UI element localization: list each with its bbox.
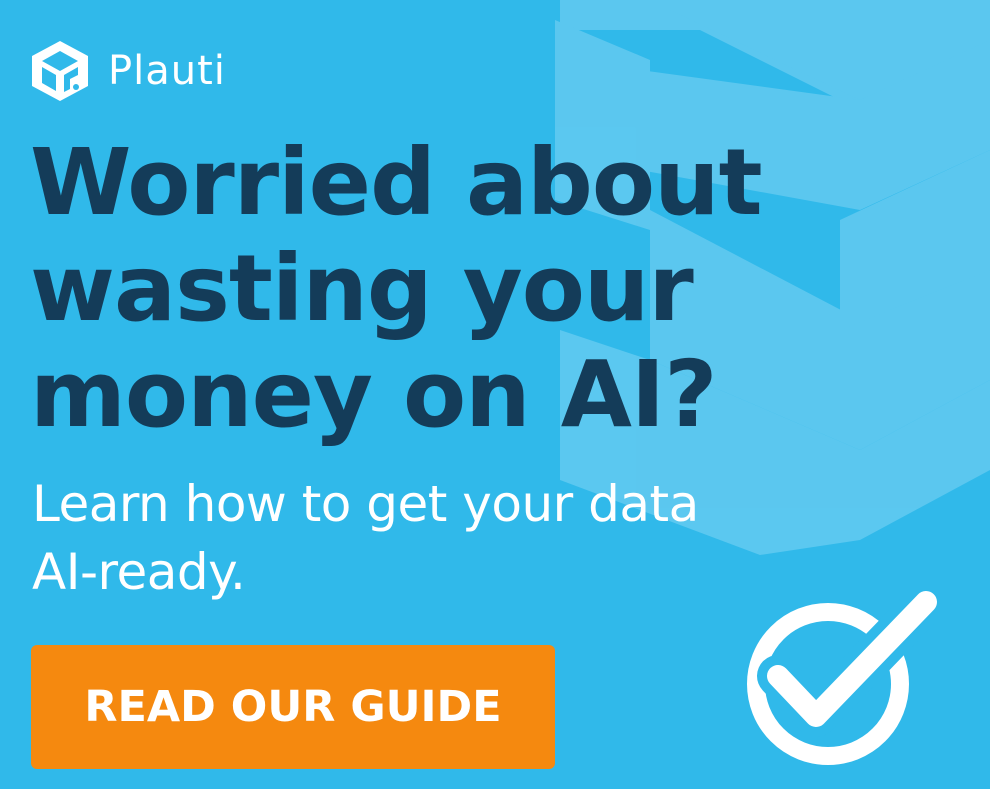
ad-banner[interactable]: Plauti Worried about wasting your money … (0, 0, 990, 789)
checkmark-circle-icon (747, 588, 938, 765)
subheadline-line: Learn how to get your data (32, 475, 699, 533)
subheadline-line: AI-ready. (32, 543, 246, 601)
plauti-logo-icon (32, 41, 88, 101)
headline-line: money on AI? (30, 341, 718, 448)
brand-name: Plauti (108, 48, 226, 94)
subheadline: Learn how to get your data AI-ready. (32, 470, 832, 606)
headline-line: wasting your (30, 235, 694, 342)
headline-line: Worried about (30, 129, 763, 236)
headline: Worried about wasting your money on AI? (30, 130, 850, 448)
read-guide-button[interactable]: READ OUR GUIDE (31, 645, 555, 769)
brand-logo[interactable]: Plauti (28, 38, 226, 104)
